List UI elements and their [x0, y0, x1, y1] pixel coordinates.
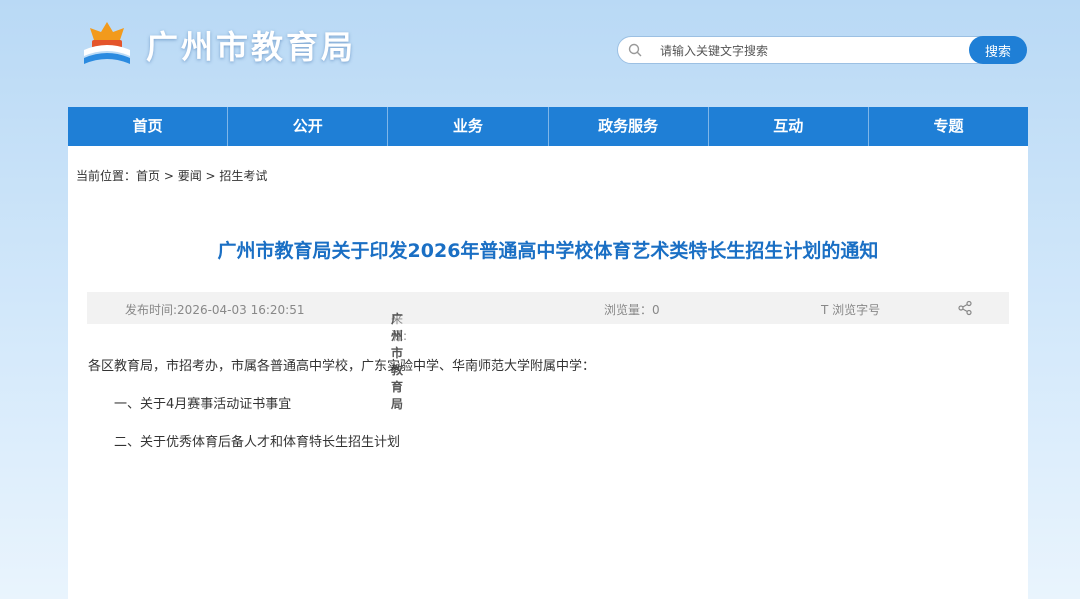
breadcrumb-home[interactable]: 首页 — [136, 169, 160, 183]
article-container: 当前位置：首页 > 要闻 > 招生考试 广州市教育局关于印发2026年普通高中学… — [68, 146, 1028, 599]
breadcrumb-separator: > — [201, 169, 220, 183]
nav-topics[interactable]: 专题 — [869, 107, 1028, 146]
site-header: 广州市教育局 搜索 — [0, 0, 1080, 106]
article-paragraph: 各区教育局，市招考办，市属各普通高中学校，广东实验中学、华南师范大学附属中学： — [88, 359, 596, 374]
nav-public[interactable]: 公开 — [228, 107, 389, 146]
view-count: 浏览量：0 — [604, 303, 660, 317]
search-icon — [628, 43, 642, 57]
search-button[interactable]: 搜索 — [969, 36, 1027, 64]
site-title[interactable]: 广州市教育局 — [146, 22, 356, 68]
article-meta-bar: 发布时间:2026-04-03 16:20:51 来源: 广州市教育局 浏览量：… — [87, 292, 1009, 411]
bureau-logo-icon[interactable] — [80, 20, 134, 70]
article-paragraph: 二、关于优秀体育后备人才和体育特长生招生计划 — [114, 435, 401, 450]
article-paragraph: 一、关于4月赛事活动证书事宜 — [114, 397, 292, 412]
nav-gov-services[interactable]: 政务服务 — [549, 107, 709, 146]
breadcrumb-admissions[interactable]: 招生考试 — [219, 169, 267, 183]
nav-business[interactable]: 业务 — [388, 107, 549, 146]
nav-home[interactable]: 首页 — [68, 107, 229, 146]
breadcrumb-separator: > — [160, 169, 178, 183]
breadcrumb: 当前位置：首页 > 要闻 > 招生考试 — [76, 167, 267, 184]
breadcrumb-prefix: 当前位置： — [76, 169, 137, 183]
search-input[interactable] — [658, 40, 962, 62]
publish-time: 发布时间:2026-04-03 16:20:51 — [125, 303, 305, 317]
article-title: 广州市教育局关于印发2026年普通高中学校体育艺术类特长生招生计划的通知 — [217, 240, 879, 262]
share-icon[interactable] — [957, 300, 973, 316]
nav-interaction[interactable]: 互动 — [709, 107, 869, 146]
main-nav: 首页 公开 业务 政务服务 互动 专题 — [68, 107, 1028, 146]
article-body: 各区教育局，市招考办，市属各普通高中学校，广东实验中学、华南师范大学附属中学： … — [88, 354, 1008, 456]
breadcrumb-news[interactable]: 要闻 — [178, 169, 202, 183]
search-box: 搜索 — [617, 36, 1027, 64]
font-size-toggle[interactable]: T 浏览字号 — [821, 301, 880, 318]
